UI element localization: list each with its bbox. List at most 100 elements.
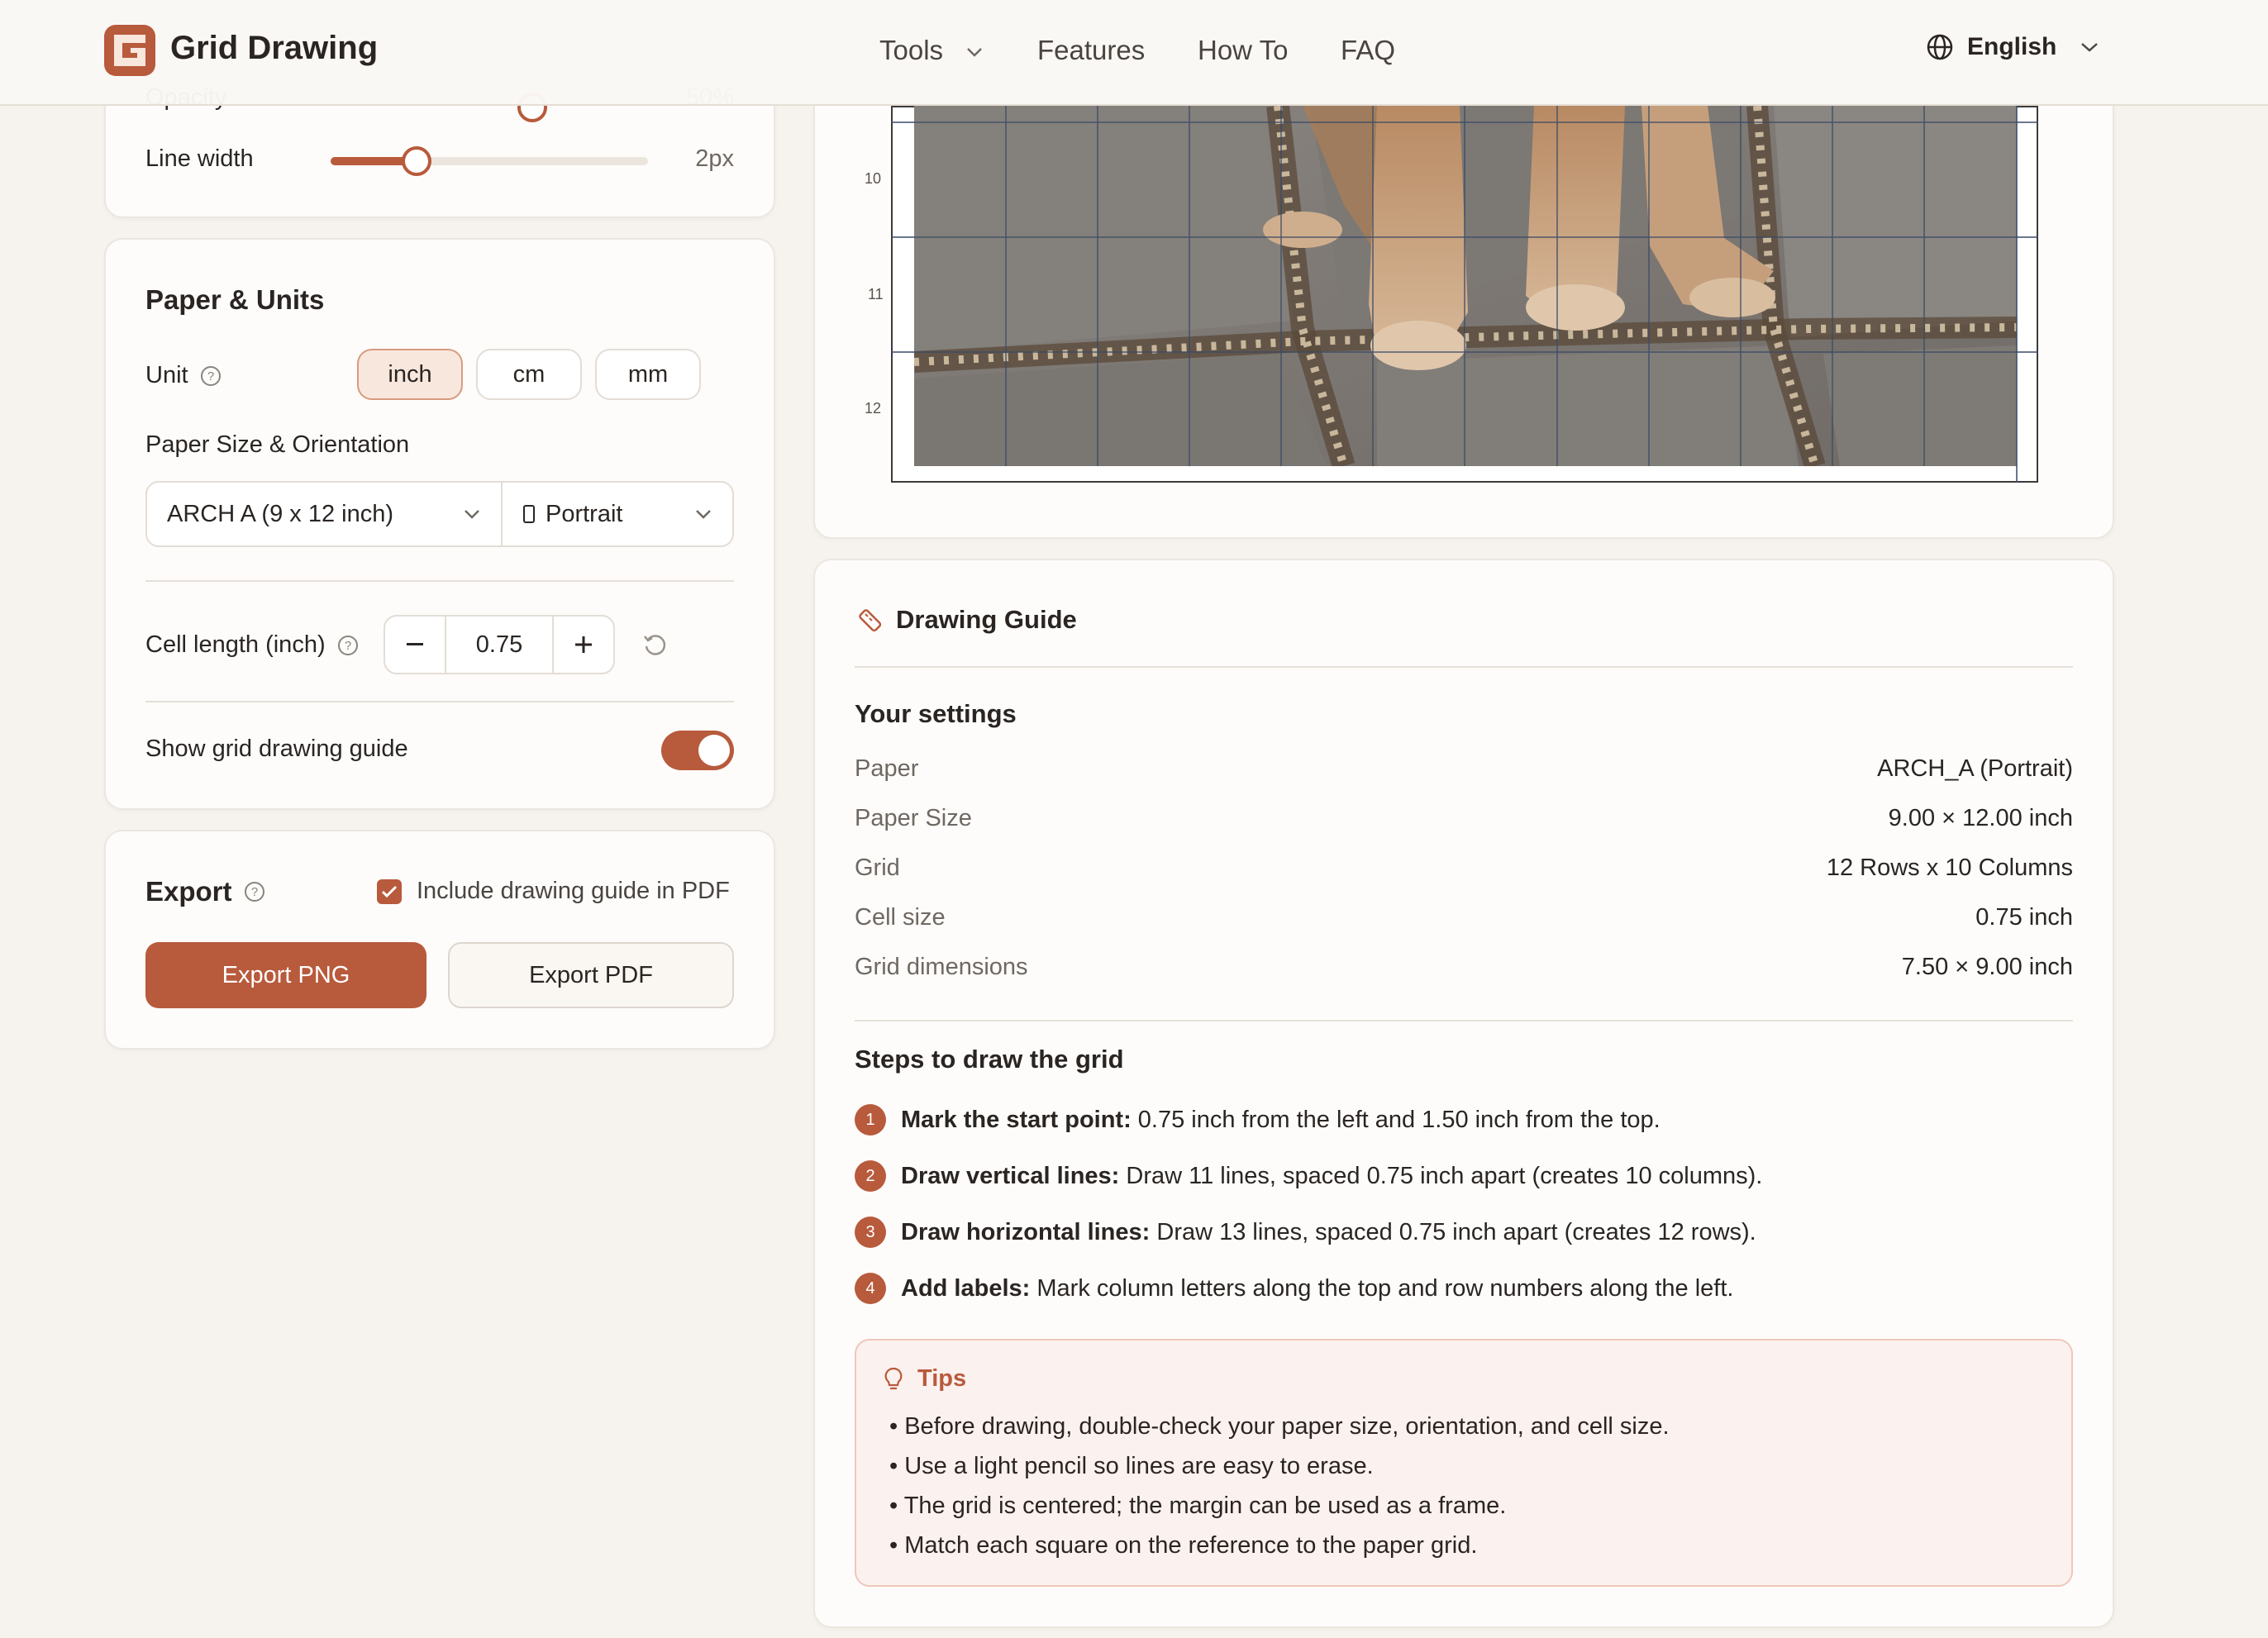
nav-tools[interactable]: Tools bbox=[879, 35, 984, 66]
setting-value: 12 Rows x 10 Columns bbox=[1826, 855, 2073, 881]
language-selector[interactable]: English bbox=[1926, 33, 2099, 61]
help-icon[interactable]: ? bbox=[244, 881, 265, 902]
drawing-guide-card: Drawing Guide Your settings Paper ARCH_A… bbox=[813, 559, 2114, 1628]
paper-units-card: Paper & Units Unit ? inch cm mm Paper Si… bbox=[104, 238, 775, 810]
chevron-down-icon bbox=[967, 48, 983, 58]
setting-label: Cell size bbox=[855, 904, 946, 931]
export-title-row: Export ? bbox=[145, 876, 265, 907]
step-text: Draw vertical lines: Draw 11 lines, spac… bbox=[901, 1163, 1762, 1190]
nav-features[interactable]: Features bbox=[1037, 35, 1145, 66]
toggle-knob bbox=[698, 735, 730, 766]
chevron-down-icon bbox=[2081, 43, 2099, 52]
row-label: 10 bbox=[865, 170, 882, 187]
help-icon[interactable]: ? bbox=[337, 635, 359, 656]
export-png-button[interactable]: Export PNG bbox=[145, 942, 426, 1008]
setting-row: Paper ARCH_A (Portrait) bbox=[855, 755, 2073, 805]
top-nav-bar: Grid Drawing Tools Features How To FAQ E… bbox=[0, 0, 2268, 106]
step-item: 4 Add labels: Mark column letters along … bbox=[855, 1273, 1733, 1304]
divider bbox=[145, 580, 734, 582]
setting-label: Grid dimensions bbox=[855, 954, 1028, 980]
setting-label: Paper bbox=[855, 755, 919, 782]
setting-label: Paper Size bbox=[855, 805, 972, 831]
tip-text: Use a light pencil so lines are easy to … bbox=[904, 1453, 1374, 1479]
svg-text:?: ? bbox=[207, 369, 213, 383]
step-number: 2 bbox=[855, 1160, 886, 1192]
orientation-value: Portrait bbox=[546, 500, 623, 527]
include-guide-checkbox[interactable] bbox=[377, 879, 402, 904]
cell-length-input[interactable]: 0.75 bbox=[446, 617, 554, 673]
chevron-down-icon bbox=[465, 510, 479, 519]
paper-units-title: Paper & Units bbox=[145, 284, 325, 315]
setting-value: ARCH_A (Portrait) bbox=[1877, 755, 2073, 782]
check-icon bbox=[381, 885, 398, 898]
setting-row: Cell size 0.75 inch bbox=[855, 904, 2073, 954]
setting-row: Paper Size 9.00 × 12.00 inch bbox=[855, 805, 2073, 855]
step-number: 3 bbox=[855, 1217, 886, 1248]
step-text: Mark the start point: 0.75 inch from the… bbox=[901, 1107, 1660, 1134]
decrement-button[interactable] bbox=[385, 617, 446, 673]
setting-value: 7.50 × 9.00 inch bbox=[1901, 954, 2073, 980]
export-pdf-button[interactable]: Export PDF bbox=[448, 942, 734, 1008]
step-detail: Draw 11 lines, spaced 0.75 inch apart (c… bbox=[1119, 1162, 1763, 1189]
steps-title: Steps to draw the grid bbox=[855, 1045, 1124, 1074]
paper-size-label: Paper Size & Orientation bbox=[145, 431, 410, 458]
step-number: 1 bbox=[855, 1104, 886, 1136]
setting-row: Grid dimensions 7.50 × 9.00 inch bbox=[855, 954, 2073, 1003]
cell-length-label-row: Cell length (inch) ? bbox=[145, 631, 359, 659]
guide-title: Drawing Guide bbox=[896, 605, 1077, 634]
divider bbox=[145, 701, 734, 702]
divider bbox=[855, 1020, 2073, 1021]
tips-box: Tips • Before drawing, double-check your… bbox=[855, 1339, 2073, 1587]
portrait-icon bbox=[523, 505, 535, 523]
step-item: 3 Draw horizontal lines: Draw 13 lines, … bbox=[855, 1217, 1756, 1248]
divider bbox=[855, 666, 2073, 668]
step-item: 2 Draw vertical lines: Draw 11 lines, sp… bbox=[855, 1160, 1762, 1192]
cell-length-stepper: 0.75 bbox=[384, 615, 615, 674]
language-label: English bbox=[1967, 33, 2057, 60]
step-number: 4 bbox=[855, 1273, 886, 1304]
include-guide-label: Include drawing guide in PDF bbox=[417, 878, 730, 904]
setting-value: 0.75 inch bbox=[1975, 904, 2073, 931]
tip-item: • Before drawing, double-check your pape… bbox=[889, 1413, 1670, 1440]
step-detail: Mark column letters along the top and ro… bbox=[1030, 1274, 1734, 1302]
show-guide-toggle[interactable] bbox=[661, 731, 734, 770]
paper-size-select[interactable]: ARCH A (9 x 12 inch) bbox=[147, 483, 503, 545]
step-bold: Draw horizontal lines: bbox=[901, 1218, 1151, 1245]
nav-how-to[interactable]: How To bbox=[1198, 35, 1288, 66]
logo-icon[interactable] bbox=[102, 23, 157, 78]
plus-icon bbox=[575, 636, 592, 653]
tip-item: • Match each square on the reference to … bbox=[889, 1532, 1478, 1559]
help-icon[interactable]: ? bbox=[200, 365, 222, 387]
tips-header: Tips bbox=[883, 1365, 966, 1393]
brand-name[interactable]: Grid Drawing bbox=[170, 30, 378, 67]
unit-mm-button[interactable]: mm bbox=[595, 349, 701, 400]
step-text: Draw horizontal lines: Draw 13 lines, sp… bbox=[901, 1219, 1756, 1246]
tip-text: Match each square on the reference to th… bbox=[904, 1532, 1478, 1559]
include-guide-row[interactable]: Include drawing guide in PDF bbox=[377, 878, 730, 905]
line-width-label: Line width bbox=[145, 145, 254, 172]
step-detail: 0.75 inch from the left and 1.50 inch fr… bbox=[1131, 1106, 1660, 1133]
reset-icon[interactable] bbox=[641, 631, 668, 658]
orientation-select[interactable]: Portrait bbox=[503, 483, 732, 545]
unit-label-row: Unit ? bbox=[145, 362, 222, 389]
globe-icon bbox=[1927, 34, 1953, 60]
unit-inch-button[interactable]: inch bbox=[357, 349, 463, 400]
setting-value: 9.00 × 12.00 inch bbox=[1888, 805, 2073, 831]
step-bold: Add labels: bbox=[901, 1274, 1031, 1302]
setting-row: Grid 12 Rows x 10 Columns bbox=[855, 855, 2073, 904]
increment-button[interactable] bbox=[554, 617, 613, 673]
line-width-value: 2px bbox=[695, 145, 734, 172]
step-bold: Mark the start point: bbox=[901, 1106, 1132, 1133]
line-width-slider-thumb[interactable] bbox=[401, 146, 431, 176]
unit-cm-button[interactable]: cm bbox=[476, 349, 582, 400]
orientation-display: Portrait bbox=[522, 501, 622, 528]
export-title: Export bbox=[145, 876, 232, 907]
row-label: 12 bbox=[865, 400, 882, 417]
tip-item: • Use a light pencil so lines are easy t… bbox=[889, 1453, 1374, 1479]
tip-text: The grid is centered; the margin can be … bbox=[903, 1493, 1507, 1519]
export-card: Export ? Include drawing guide in PDF Ex… bbox=[104, 830, 775, 1050]
minus-icon bbox=[407, 643, 423, 645]
paper-select-group: ARCH A (9 x 12 inch) Portrait bbox=[145, 481, 734, 547]
grid-frame bbox=[891, 106, 2038, 483]
nav-faq[interactable]: FAQ bbox=[1341, 35, 1395, 66]
